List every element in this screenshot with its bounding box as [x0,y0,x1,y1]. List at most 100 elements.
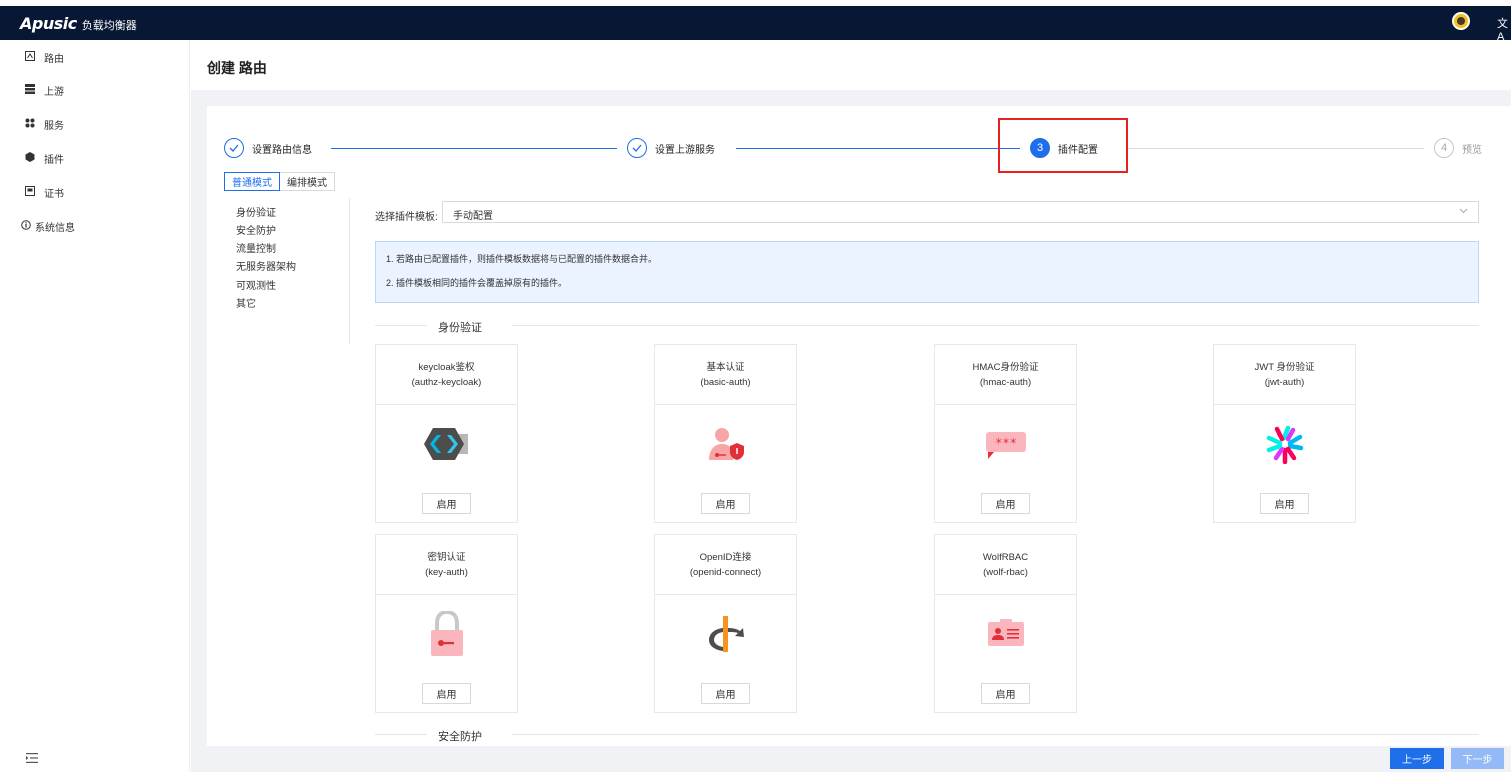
plugin-name: JWT 身份验证 [1254,362,1315,373]
service-icon [24,118,36,131]
sidebar-item-plugin[interactable]: 插件 [24,151,64,166]
info-alert: 1. 若路由已配置插件，则插件模板数据将与已配置的插件数据合并。 2. 插件模板… [375,241,1479,303]
plugin-card-header: 基本认证 (basic-auth) [655,345,796,405]
language-icon[interactable]: 文A [1497,15,1511,43]
enable-button[interactable]: 启用 [701,683,750,704]
step-route-info: 设置路由信息 [224,138,312,158]
template-select[interactable]: 手动配置 [442,201,1479,223]
sidebar-item-route[interactable]: 路由 [24,50,64,65]
tab-normal-mode[interactable]: 普通模式 [224,172,280,191]
upstream-icon [24,84,36,97]
category-item[interactable]: 可观测性 [236,277,276,292]
step-connector [1127,148,1424,149]
plugin-card: OpenID连接 (openid-connect) 启用 [654,534,797,713]
enable-button[interactable]: 启用 [1260,493,1309,514]
plugin-name: OpenID连接 [699,552,752,563]
sidebar-item-label: 路由 [44,54,64,65]
enable-button[interactable]: 启用 [422,493,471,514]
plugin-icon [24,152,36,165]
category-item[interactable]: 安全防护 [236,222,276,237]
menu-collapse-icon[interactable] [26,752,38,766]
previous-step-button[interactable]: 上一步 [1390,748,1444,769]
template-label: 选择插件模板: [375,212,438,223]
sidebar: 路由 上游 服务 插件 证书 系统信息 [0,40,190,772]
plugin-id: (jwt-auth) [1264,377,1305,388]
tab-orchestration-mode[interactable]: 编排模式 [280,172,335,191]
user-avatar[interactable] [1452,12,1470,30]
page-header: 创建 路由 [191,40,1511,90]
chevron-down-icon [1459,206,1468,216]
openid-icon [655,595,796,673]
step-number: 4 [1434,138,1454,158]
sidebar-item-system-info[interactable]: 系统信息 [20,219,75,234]
category-item[interactable]: 无服务器架构 [236,258,296,273]
plugin-name: 基本认证 [706,362,745,373]
route-icon [24,51,36,64]
page-title: 创建 路由 [207,60,267,76]
plugin-card-header: 密钥认证 (key-auth) [376,535,517,595]
sidebar-item-label: 系统信息 [35,223,75,234]
section-divider [512,325,1479,326]
section-divider [375,734,427,735]
plugin-id: (key-auth) [425,567,468,578]
next-step-button[interactable]: 下一步 [1451,748,1504,769]
step-connector [736,148,1020,149]
plugin-name: keycloak鉴权 [418,362,475,373]
plugin-id: (openid-connect) [689,567,762,578]
plugin-id: (hmac-auth) [979,377,1032,388]
step-label: 预览 [1462,144,1482,156]
sidebar-item-label: 插件 [44,155,64,166]
section-divider [512,734,1479,735]
plugin-card-header: keycloak鉴权 (authz-keycloak) [376,345,517,405]
plugin-id: (basic-auth) [700,377,751,388]
enable-button[interactable]: 启用 [981,683,1030,704]
brand-name: 负载均衡器 [81,19,137,32]
basic-auth-icon [655,405,796,483]
sidebar-item-label: 证书 [44,189,64,200]
keycloak-icon [376,405,517,483]
category-item[interactable]: 其它 [236,295,256,310]
plugin-name: 密钥认证 [427,552,466,563]
category-item[interactable]: 流量控制 [236,240,276,255]
check-icon [224,138,244,158]
plugin-card-header: JWT 身份验证 (jwt-auth) [1214,345,1355,405]
hmac-icon: *** [935,405,1076,483]
enable-button[interactable]: 启用 [701,493,750,514]
svg-text:***: *** [995,436,1017,450]
plugin-card: WolfRBAC (wolf-rbac) 启用 [934,534,1077,713]
brand[interactable]: Apusic 负载均衡器 [20,14,137,33]
brand-logo: Apusic [20,13,77,33]
step-label: 设置上游服务 [655,144,715,156]
plugin-card: keycloak鉴权 (authz-keycloak) 启用 [375,344,518,523]
sidebar-item-certificate[interactable]: 证书 [24,185,64,200]
section-divider [375,325,427,326]
category-list: 身份验证 安全防护 流量控制 无服务器架构 可观测性 其它 [224,198,350,344]
step-upstream-service: 设置上游服务 [627,138,715,158]
enable-button[interactable]: 启用 [422,683,471,704]
plugin-card-header: WolfRBAC (wolf-rbac) [935,535,1076,595]
jwt-icon [1214,405,1355,483]
top-bar: Apusic 负载均衡器 文A [0,6,1511,43]
enable-button[interactable]: 启用 [981,493,1030,514]
certificate-icon [24,186,36,199]
mode-tabs: 普通模式 编排模式 [224,172,335,191]
section-title-auth: 身份验证 [438,322,482,334]
step-label: 设置路由信息 [252,144,312,156]
template-value: 手动配置 [453,211,493,222]
category-item[interactable]: 身份验证 [236,204,276,219]
sidebar-item-label: 服务 [44,121,64,132]
plugin-id: (wolf-rbac) [983,567,1028,578]
plugin-card: 密钥认证 (key-auth) 启用 [375,534,518,713]
plugin-card-header: OpenID连接 (openid-connect) [655,535,796,595]
wolf-rbac-icon [935,595,1076,673]
sidebar-item-service[interactable]: 服务 [24,117,64,132]
plugin-card: 基本认证 (basic-auth) 启用 [654,344,797,523]
highlight-box [998,118,1128,173]
info-line: 1. 若路由已配置插件，则插件模板数据将与已配置的插件数据合并。 [386,254,658,264]
step-connector [331,148,617,149]
info-icon [20,220,32,233]
check-icon [627,138,647,158]
info-line: 2. 插件模板相同的插件会覆盖掉原有的插件。 [386,278,568,288]
plugin-card-header: HMAC身份验证 (hmac-auth) [935,345,1076,405]
sidebar-item-upstream[interactable]: 上游 [24,83,64,98]
